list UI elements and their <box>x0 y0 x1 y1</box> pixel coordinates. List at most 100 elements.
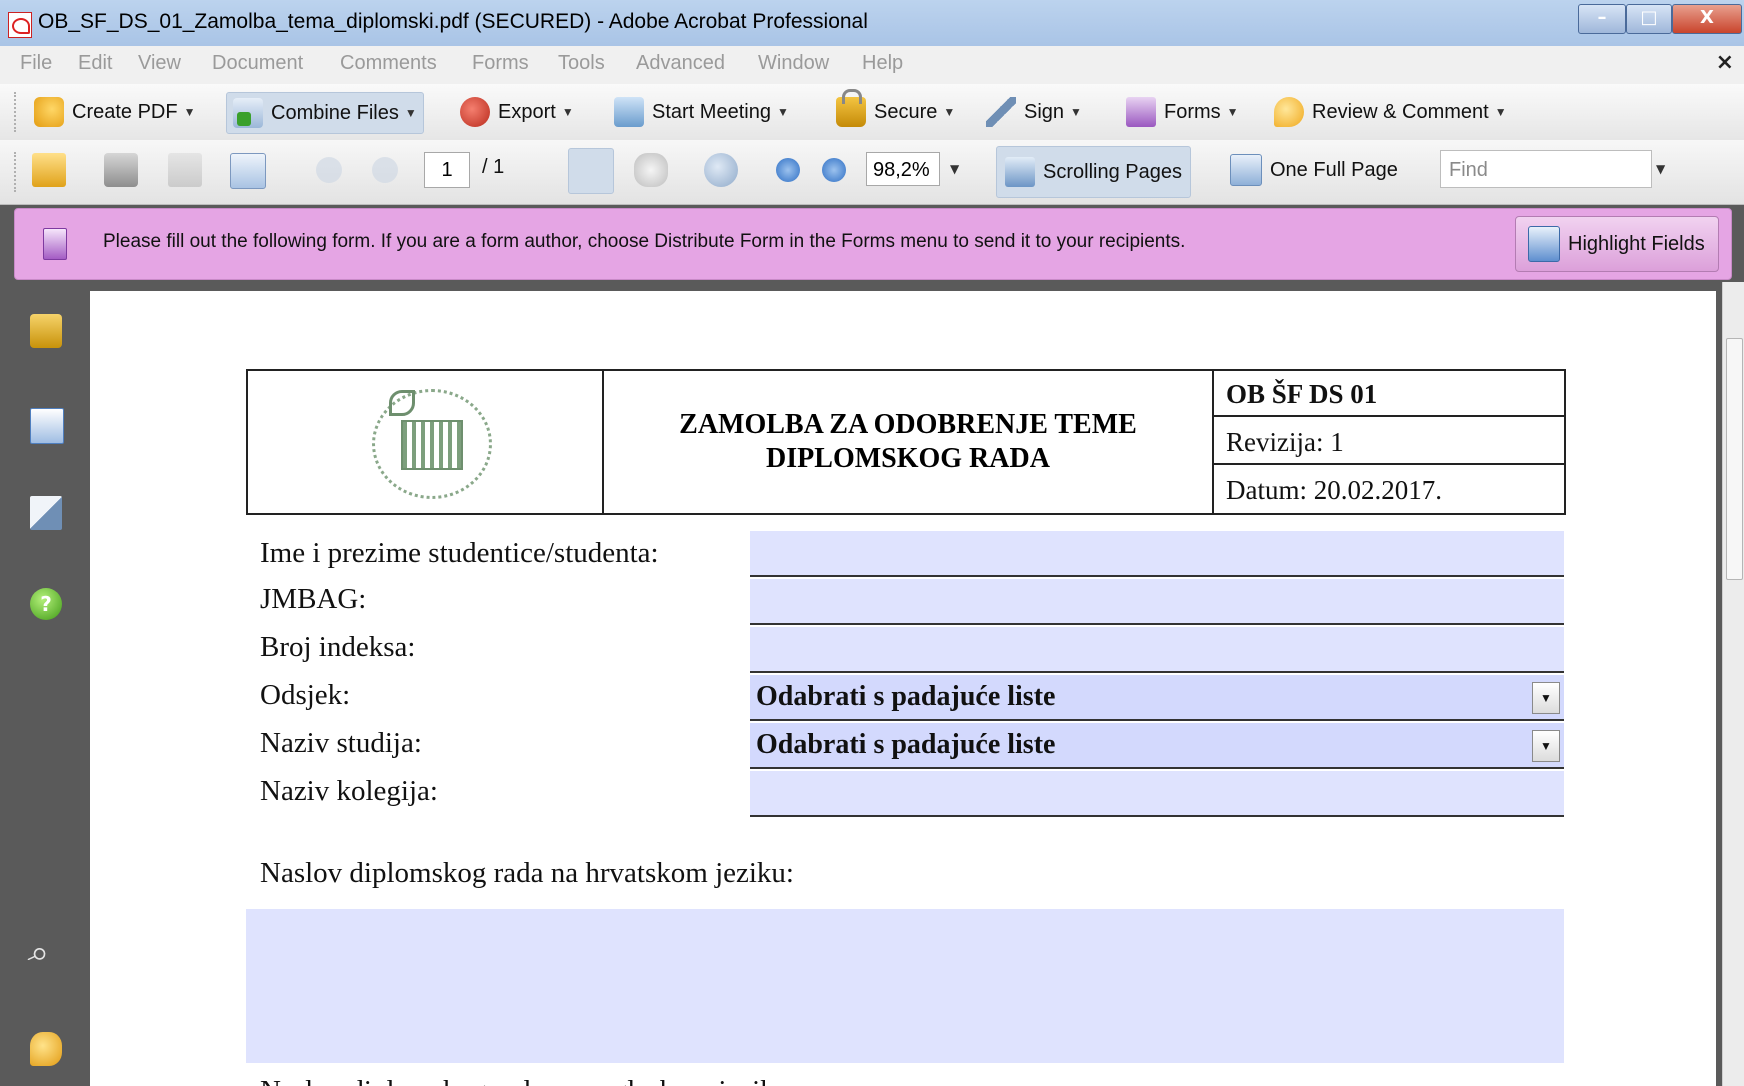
thesis-title-hr-label: Naslov diplomskog rada na hrvatskom jezi… <box>260 857 794 889</box>
form-code: OB ŠF DS 01 <box>1214 371 1566 417</box>
department-select[interactable]: Odabrati s padajuće liste ▼ <box>750 675 1564 721</box>
faculty-seal-logo <box>372 389 492 499</box>
save-icon[interactable] <box>168 153 202 187</box>
review-comment-icon <box>1274 97 1304 127</box>
index-number-label: Broj indeksa: <box>260 631 416 663</box>
secure-label: Secure <box>874 100 938 123</box>
menu-window[interactable]: Window <box>758 52 829 75</box>
student-name-field[interactable] <box>750 531 1564 577</box>
forms-button[interactable]: Forms ▼ <box>1126 92 1239 132</box>
email-icon[interactable] <box>230 153 266 189</box>
jmbag-field[interactable] <box>750 579 1564 625</box>
vertical-scrollbar[interactable] <box>1722 282 1744 1086</box>
chevron-down-icon[interactable]: ▼ <box>1532 730 1560 762</box>
review-comment-label: Review & Comment <box>1312 100 1489 123</box>
page-number-input[interactable]: 1 <box>424 152 470 188</box>
form-title: ZAMOLBA ZA ODOBRENJE TEME DIPLOMSKOG RAD… <box>604 371 1212 513</box>
logo-cell <box>248 371 604 513</box>
course-name-label: Naziv kolegija: <box>260 775 438 807</box>
toolbar-grip[interactable] <box>14 152 20 192</box>
form-notice-text: Please fill out the following form. If y… <box>103 231 1186 252</box>
comments-panel-icon[interactable] <box>30 1032 62 1066</box>
highlight-fields-icon <box>1528 226 1560 262</box>
thesis-title-hr-field[interactable] <box>246 909 1564 1063</box>
start-meeting-button[interactable]: Start Meeting ▼ <box>614 92 789 132</box>
document-view[interactable]: ZAMOLBA ZA ODOBRENJE TEME DIPLOMSKOG RAD… <box>90 282 1722 1086</box>
hand-tool-icon[interactable] <box>634 153 668 187</box>
highlight-fields-button[interactable]: Highlight Fields <box>1515 216 1719 272</box>
acrobat-app-icon[interactable] <box>8 12 32 38</box>
create-pdf-label: Create PDF <box>72 100 178 123</box>
create-pdf-icon <box>34 97 64 127</box>
sign-label: Sign <box>1024 100 1065 123</box>
find-input[interactable]: Find <box>1440 150 1652 188</box>
chevron-down-icon: ▼ <box>1226 105 1239 119</box>
index-number-field[interactable] <box>750 627 1564 673</box>
form-date: Datum: 20.02.2017. <box>1226 475 1442 505</box>
menu-forms[interactable]: Forms <box>472 52 529 75</box>
open-folder-icon[interactable] <box>32 153 66 187</box>
menu-file[interactable]: File <box>20 52 52 75</box>
highlight-fields-label: Highlight Fields <box>1568 232 1705 255</box>
thesis-title-en-label: Naslov diplomskog rada na engleskom jezi… <box>260 1075 797 1086</box>
pages-panel-icon[interactable] <box>30 408 64 444</box>
close-button[interactable]: X <box>1672 4 1742 34</box>
course-name-field[interactable] <box>750 771 1564 817</box>
combine-files-label: Combine Files <box>271 101 399 124</box>
menu-view[interactable]: View <box>138 52 181 75</box>
attachments-paperclip-icon[interactable]: ⌕ <box>24 931 67 977</box>
toolbar-grip[interactable] <box>14 92 20 132</box>
scrollbar-thumb[interactable] <box>1726 338 1743 580</box>
form-revision: Revizija: 1 <box>1214 419 1566 465</box>
security-lock-icon[interactable] <box>30 314 62 348</box>
print-icon[interactable] <box>104 153 138 187</box>
study-name-select[interactable]: Odabrati s padajuće liste ▼ <box>750 723 1564 769</box>
export-button[interactable]: Export ▼ <box>460 92 574 132</box>
previous-page-icon[interactable] <box>316 157 342 183</box>
find-dropdown-icon[interactable]: ▼ <box>1656 162 1665 176</box>
export-label: Export <box>498 100 556 123</box>
department-label: Odsjek: <box>260 679 351 711</box>
chevron-down-icon: ▼ <box>183 105 196 119</box>
one-full-page-button[interactable]: One Full Page <box>1230 150 1398 190</box>
navigation-pane: ? ⌕ <box>0 282 90 1086</box>
create-pdf-button[interactable]: Create PDF ▼ <box>34 92 195 132</box>
zoom-input[interactable]: 98,2% <box>866 152 940 186</box>
chevron-down-icon: ▼ <box>943 105 956 119</box>
menu-comments[interactable]: Comments <box>340 52 437 75</box>
export-icon <box>460 97 490 127</box>
combine-files-button[interactable]: Combine Files ▼ <box>226 92 424 134</box>
close-document-icon[interactable]: × <box>1716 50 1734 75</box>
help-icon[interactable]: ? <box>30 588 62 620</box>
study-name-label: Naziv studija: <box>260 727 422 759</box>
lock-icon <box>836 89 866 127</box>
signatures-panel-icon[interactable] <box>30 496 62 530</box>
window-title: OB_SF_DS_01_Zamolba_tema_diplomski.pdf (… <box>38 10 868 33</box>
pdf-page: ZAMOLBA ZA ODOBRENJE TEME DIPLOMSKOG RAD… <box>90 291 1716 1086</box>
menu-tools[interactable]: Tools <box>558 52 605 75</box>
menu-help[interactable]: Help <box>862 52 903 75</box>
combine-files-icon <box>233 98 263 128</box>
zoom-out-icon[interactable] <box>776 158 800 182</box>
next-page-icon[interactable] <box>372 157 398 183</box>
form-meta-cell: OB ŠF DS 01 Revizija: 1 Datum: 20.02.201… <box>1212 371 1566 513</box>
form-document-icon <box>43 228 67 260</box>
minimize-button[interactable]: – <box>1578 4 1626 34</box>
maximize-button[interactable]: □ <box>1626 4 1672 34</box>
select-tool-icon[interactable] <box>568 148 614 194</box>
menu-advanced[interactable]: Advanced <box>636 52 725 75</box>
zoom-dropdown-icon[interactable]: ▼ <box>950 162 959 176</box>
chevron-down-icon[interactable]: ▼ <box>1532 682 1560 714</box>
review-comment-button[interactable]: Review & Comment ▼ <box>1274 92 1507 132</box>
menu-edit[interactable]: Edit <box>78 52 112 75</box>
scrolling-pages-button[interactable]: Scrolling Pages <box>996 146 1191 198</box>
zoom-in-icon[interactable] <box>822 158 846 182</box>
jmbag-label: JMBAG: <box>260 583 367 615</box>
menu-document[interactable]: Document <box>212 52 303 75</box>
page-total: / 1 <box>482 156 505 178</box>
chevron-down-icon: ▼ <box>561 105 574 119</box>
one-full-page-label: One Full Page <box>1270 158 1398 181</box>
sign-button[interactable]: Sign ▼ <box>986 92 1082 132</box>
secure-button[interactable]: Secure ▼ <box>836 89 956 132</box>
zoom-tool-icon[interactable] <box>704 153 738 187</box>
